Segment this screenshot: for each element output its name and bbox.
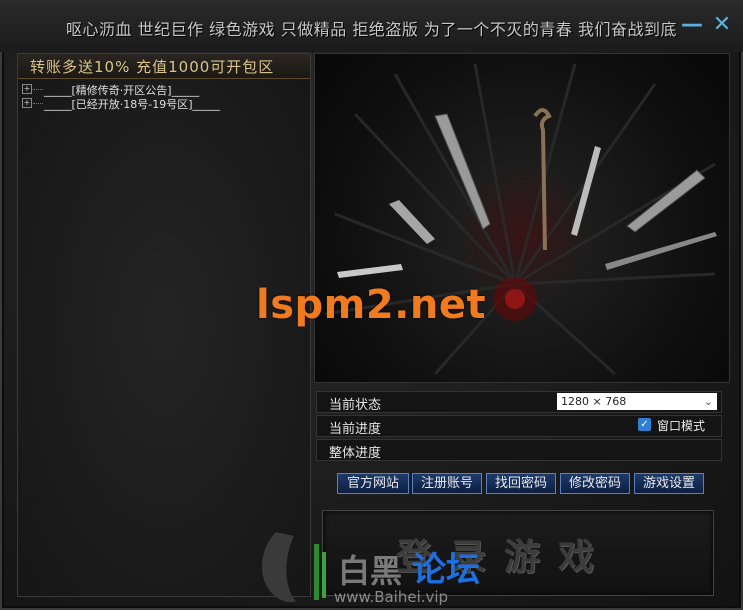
launcher-window: 呕心沥血 世纪巨作 绿色游戏 只做精品 拒绝盗版 为了一个不灭的青春 我们奋战到… <box>0 0 743 610</box>
chevron-down-icon[interactable]: ⌄ <box>704 393 713 410</box>
forum-name-part-b: 论坛 <box>412 550 480 590</box>
overall-progress-row: 整体进度 <box>316 439 722 461</box>
minimize-button[interactable]: — <box>680 12 704 38</box>
spear-icon <box>605 232 717 270</box>
window-title: 呕心沥血 世纪巨作 绿色游戏 只做精品 拒绝盗版 为了一个不灭的青春 我们奋战到… <box>66 20 678 39</box>
overall-progress-label: 整体进度 <box>329 446 382 461</box>
game-banner <box>314 53 730 383</box>
forum-url: www.Baihei.vip <box>334 588 449 606</box>
current-progress-row: 当前进度 ✓ 窗口模式 <box>316 415 722 437</box>
news-tree: + _____[精修传奇·开区公告]_____ + _____[已经开放·18号… <box>22 82 306 112</box>
tree-item[interactable]: + _____[精修传奇·开区公告]_____ <box>22 82 306 97</box>
expand-icon[interactable]: + <box>22 84 32 94</box>
close-button[interactable]: ✕ <box>710 12 734 38</box>
current-state-label: 当前状态 <box>329 398 382 413</box>
greatsword-icon <box>626 169 706 233</box>
resolution-value: 1280 × 768 <box>561 395 627 408</box>
expand-icon[interactable]: + <box>22 98 32 108</box>
tree-connector <box>33 89 43 90</box>
weapons-artwork <box>324 63 717 376</box>
window-mode-label[interactable]: 窗口模式 <box>657 417 705 434</box>
promo-header: 转账多送10% 充值1000可开包区 <box>18 54 310 79</box>
title-bar[interactable]: 呕心沥血 世纪巨作 绿色游戏 只做精品 拒绝盗版 为了一个不灭的青春 我们奋战到… <box>0 0 743 52</box>
game-settings-button[interactable]: 游戏设置 <box>634 473 704 494</box>
tree-connector <box>33 103 43 104</box>
tree-item[interactable]: + _____[已经开放·18号-19号区]_____ <box>22 96 306 112</box>
current-state-row: 当前状态 1280 × 768 ⌄ <box>316 391 722 413</box>
resolution-select[interactable]: 1280 × 768 ⌄ <box>557 393 717 410</box>
change-password-button[interactable]: 修改密码 <box>560 473 630 494</box>
recover-password-button[interactable]: 找回密码 <box>486 473 556 494</box>
official-site-button[interactable]: 官方网站 <box>337 473 409 494</box>
tree-item-label[interactable]: _____[已经开放·18号-19号区]_____ <box>44 96 220 112</box>
watermark-text: lspm2.net <box>256 282 487 328</box>
register-button[interactable]: 注册账号 <box>412 473 482 494</box>
promo-text: 转账多送10% 充值1000可开包区 <box>30 58 275 76</box>
window-mode-checkbox[interactable]: ✓ <box>638 418 651 431</box>
blade-icon <box>434 113 491 230</box>
knife-icon <box>337 264 403 278</box>
current-progress-label: 当前进度 <box>329 422 382 437</box>
rod-icon <box>571 146 601 236</box>
forum-name-part-a: 白黑 <box>338 552 403 590</box>
staff-icon <box>533 108 552 251</box>
